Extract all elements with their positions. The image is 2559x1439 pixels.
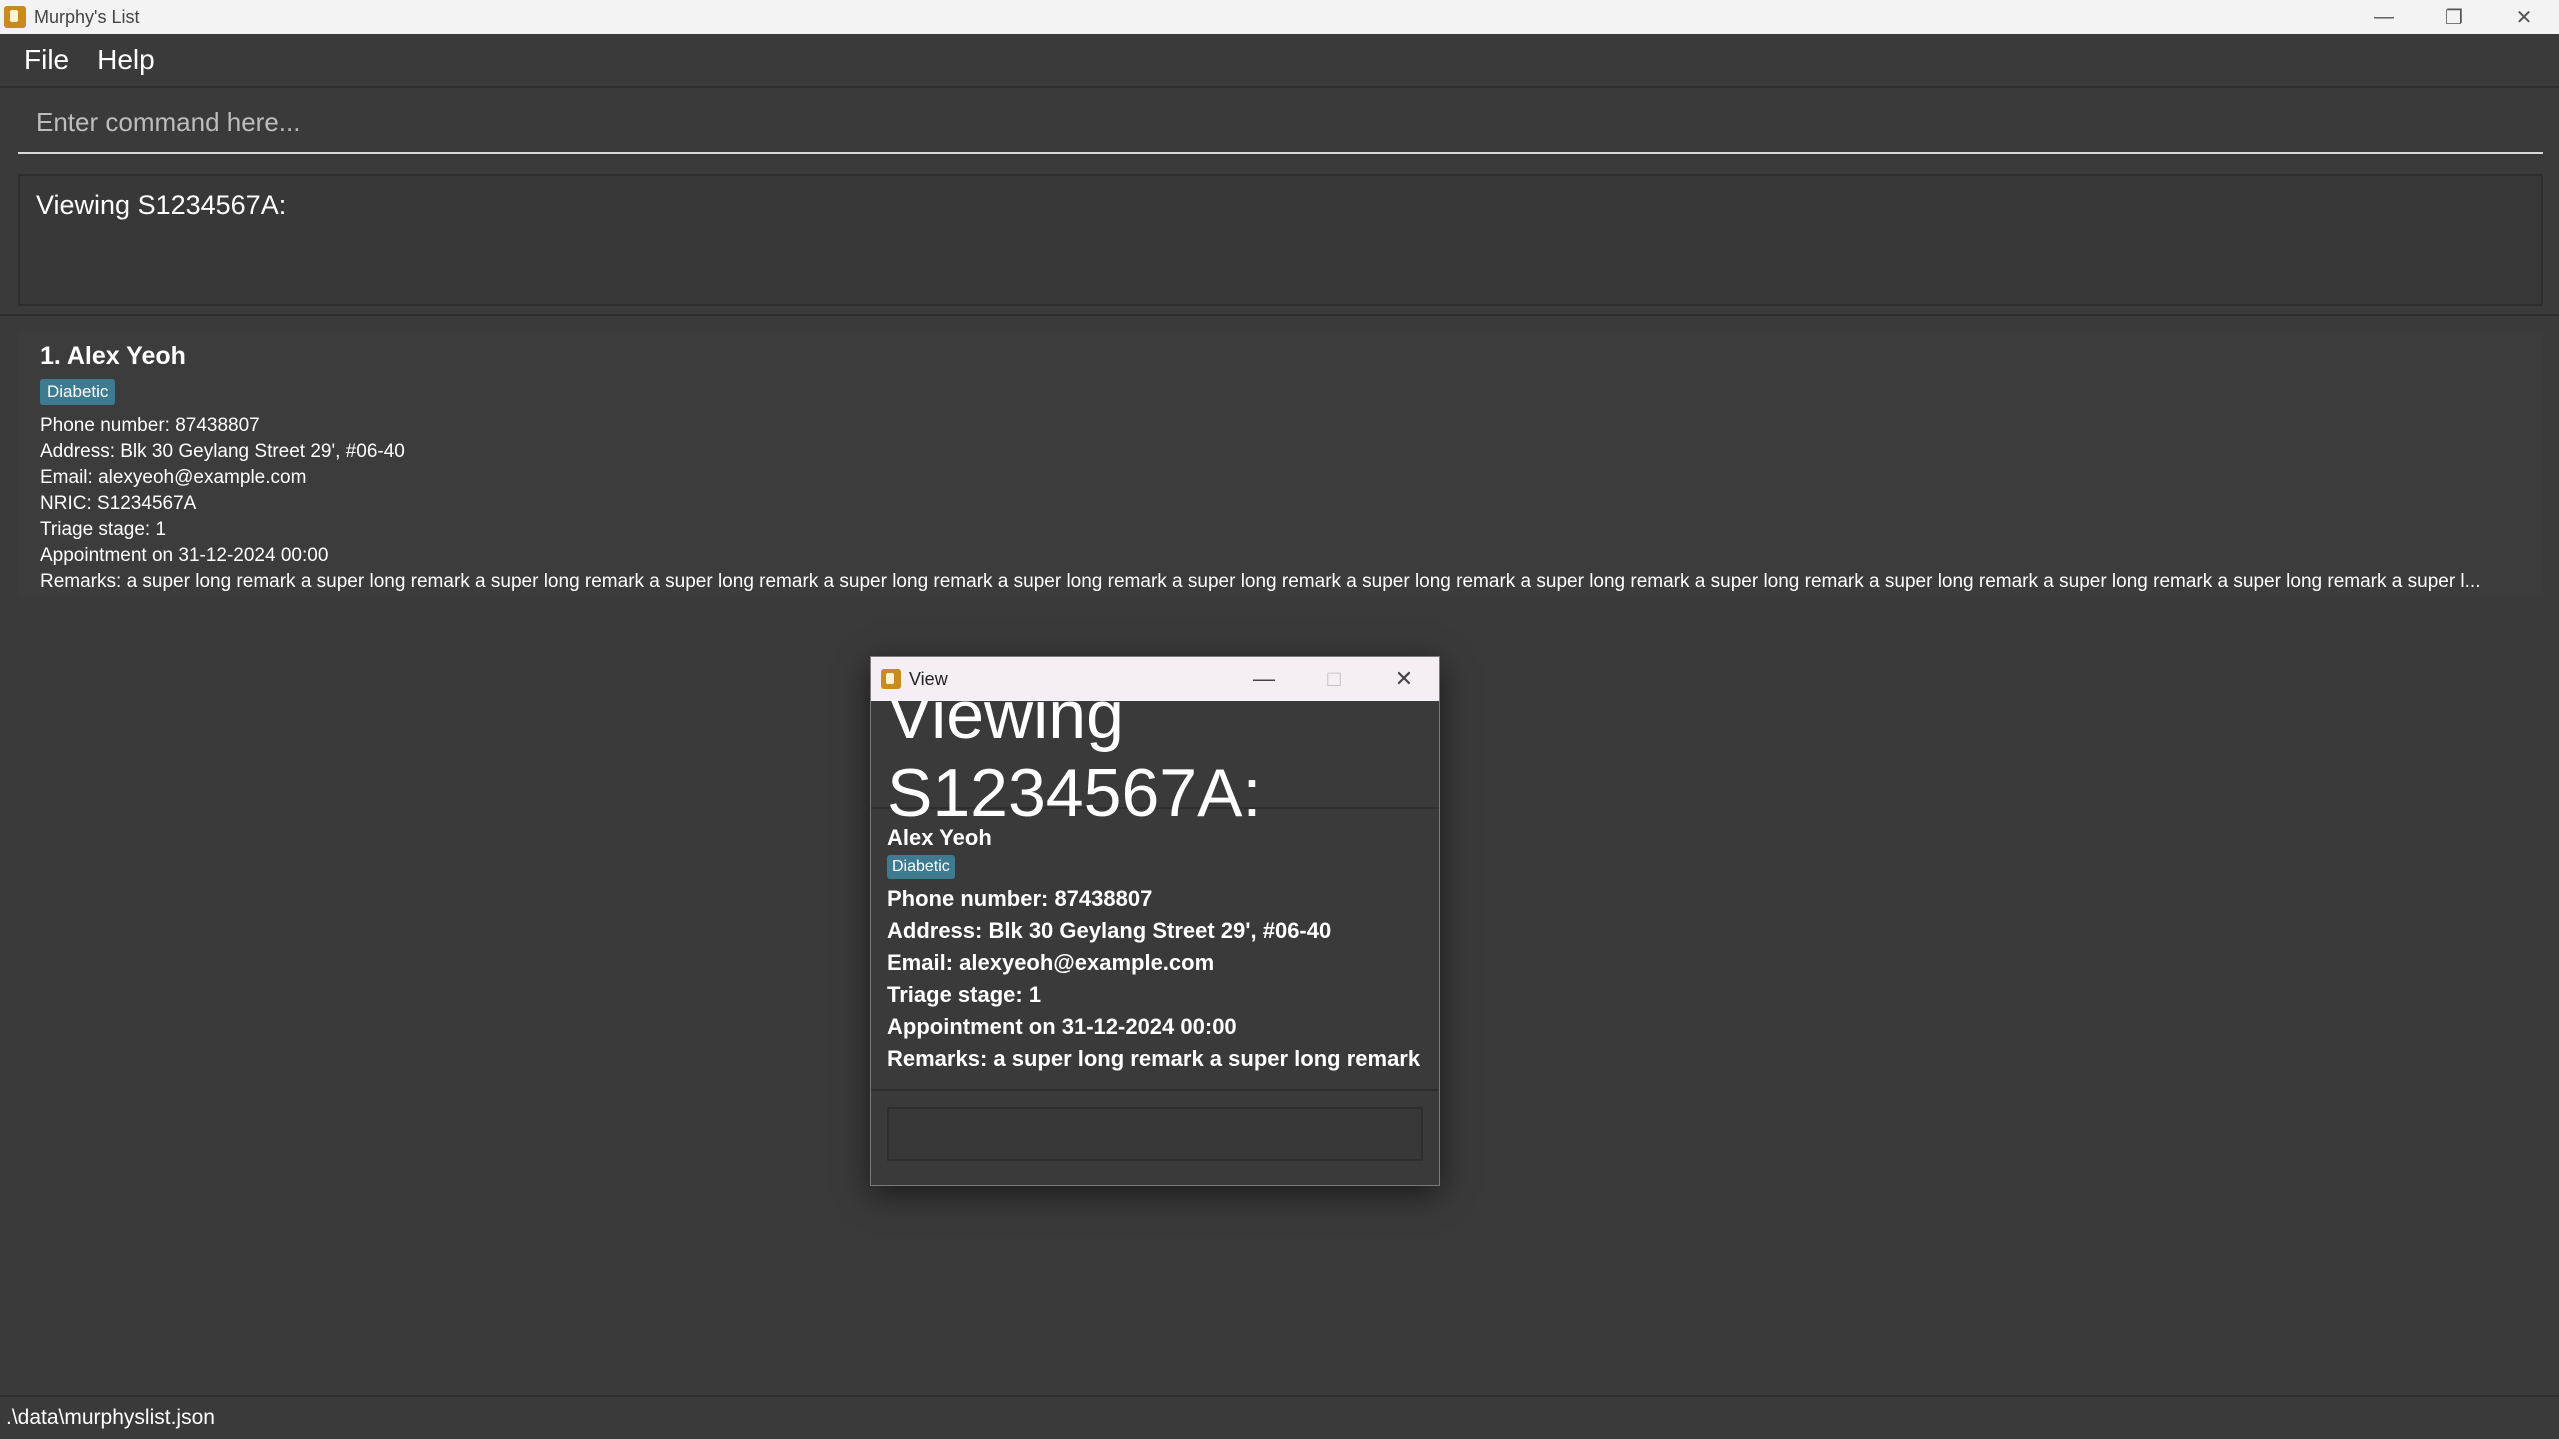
menu-bar: File Help <box>0 34 2559 88</box>
view-email: Email: alexyeoh@example.com <box>887 950 1215 975</box>
person-phone: Phone number: 87438807 <box>40 415 260 436</box>
save-location-path: .\data\murphyslist.json <box>6 1406 215 1429</box>
person-appointment: Appointment on 31-12-2024 00:00 <box>40 545 329 566</box>
view-window-title: View <box>909 668 948 689</box>
minimize-button[interactable]: — <box>2349 0 2419 34</box>
command-box <box>18 92 2543 154</box>
view-maximize-button: □ <box>1327 666 1341 691</box>
command-input[interactable] <box>36 106 2543 138</box>
view-minimize-button[interactable]: — <box>1229 657 1299 701</box>
menu-file[interactable]: File <box>24 44 69 76</box>
window-title: Murphy's List <box>34 6 140 27</box>
view-address: Address: Blk 30 Geylang Street 29', #06-… <box>887 918 1332 943</box>
view-heading: Viewing S1234567A: <box>871 677 1439 831</box>
result-display[interactable]: Viewing S1234567A: <box>18 174 2543 306</box>
view-details: Alex Yeoh Diabetic Phone number: 8743880… <box>871 809 1439 1091</box>
person-triage: Triage stage: 1 <box>40 519 167 540</box>
person-card[interactable]: 1. Alex Yeoh Diabetic Phone number: 8743… <box>18 332 2543 596</box>
close-button[interactable]: ✕ <box>2489 0 2559 34</box>
view-triage: Triage stage: 1 <box>887 982 1042 1007</box>
window-controls: — ❐ ✕ <box>2349 0 2559 34</box>
view-footer-box <box>887 1107 1423 1161</box>
menu-help[interactable]: Help <box>97 44 155 76</box>
view-appointment: Appointment on 31-12-2024 00:00 <box>887 1014 1237 1039</box>
person-email: Email: alexyeoh@example.com <box>40 467 307 488</box>
view-remarks: Remarks: a super long remark a super lon… <box>887 1046 1423 1071</box>
person-name: 1. Alex Yeoh <box>40 342 186 370</box>
app-icon <box>881 669 901 689</box>
result-text: Viewing S1234567A: <box>36 190 287 220</box>
view-close-button[interactable]: ✕ <box>1369 657 1439 701</box>
person-nric: NRIC: S1234567A <box>40 493 197 514</box>
app-icon <box>4 6 26 28</box>
maximize-button[interactable]: ❐ <box>2419 0 2489 34</box>
view-window-titlebar[interactable]: View — □ ✕ <box>871 657 1439 701</box>
person-address: Address: Blk 30 Geylang Street 29', #06-… <box>40 441 405 462</box>
view-phone: Phone number: 87438807 <box>887 886 1153 911</box>
view-tag-badge: Diabetic <box>887 855 955 879</box>
divider <box>0 314 2559 316</box>
view-window-controls: — □ ✕ <box>1229 657 1439 701</box>
tag-badge: Diabetic <box>40 379 116 405</box>
view-window: View — □ ✕ Viewing S1234567A: Alex Yeoh … <box>870 656 1440 1186</box>
status-bar: .\data\murphyslist.json <box>0 1395 2559 1439</box>
person-remarks: Remarks: a super long remark a super lon… <box>40 571 2481 592</box>
app-titlebar: Murphy's List — ❐ ✕ <box>0 0 2559 34</box>
